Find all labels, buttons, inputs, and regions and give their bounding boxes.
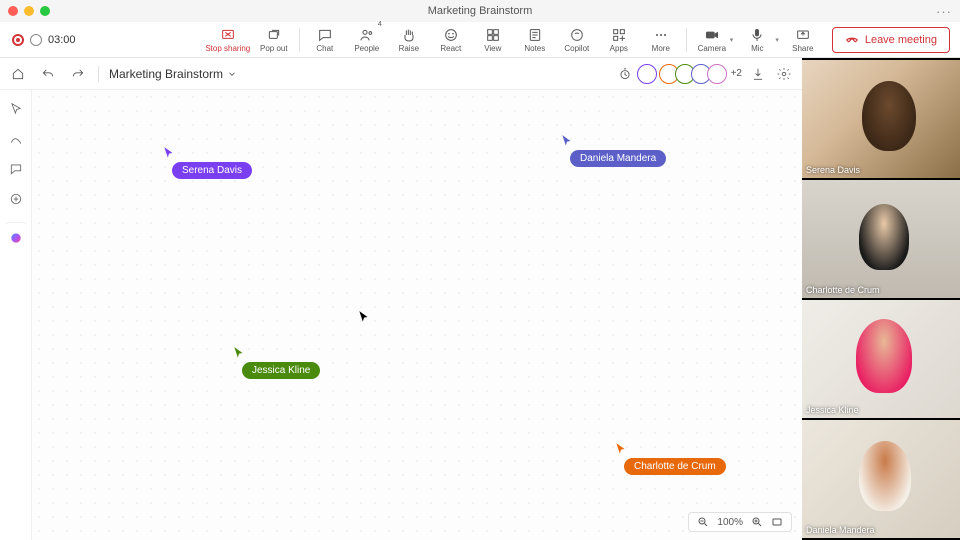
divider <box>686 28 687 52</box>
more-button[interactable]: More <box>640 23 682 57</box>
recording-indicator: 03:00 <box>6 34 82 46</box>
video-sidebar: Serena Davis Charlotte de Crum Jessica K… <box>802 58 960 540</box>
camera-chevron-icon[interactable]: ▾ <box>730 36 734 44</box>
record-alt-icon[interactable] <box>30 34 42 46</box>
raise-hand-button[interactable]: Raise <box>388 23 430 57</box>
share-button[interactable]: Share <box>782 23 824 57</box>
mic-button[interactable]: Mic <box>736 23 778 57</box>
video-tile[interactable]: Jessica Kline <box>802 300 960 418</box>
avatar-overflow[interactable]: +2 <box>731 68 742 79</box>
apps-button[interactable]: Apps <box>598 23 640 57</box>
whiteboard-title[interactable]: Marketing Brainstorm <box>109 67 237 81</box>
add-tool[interactable] <box>5 188 27 210</box>
people-button[interactable]: 4 People <box>346 23 388 57</box>
undo-icon[interactable] <box>38 64 58 84</box>
video-tile[interactable]: Serena Davis <box>802 60 960 178</box>
select-tool[interactable] <box>5 98 27 120</box>
redo-icon[interactable] <box>68 64 88 84</box>
titlebar-more-icon[interactable]: ··· <box>936 4 952 19</box>
stop-sharing-button[interactable]: Stop sharing <box>203 23 253 57</box>
record-icon[interactable] <box>12 34 24 46</box>
fit-screen-icon[interactable] <box>771 516 783 528</box>
avatar[interactable] <box>637 64 657 84</box>
local-cursor <box>357 310 371 324</box>
mic-chevron-icon[interactable]: ▾ <box>775 36 779 44</box>
recording-time: 03:00 <box>48 34 76 46</box>
share-whiteboard-icon[interactable] <box>748 64 768 84</box>
maximize-window[interactable] <box>40 6 50 16</box>
pop-out-button[interactable]: Pop out <box>253 23 295 57</box>
chat-button[interactable]: Chat <box>304 23 346 57</box>
minimize-window[interactable] <box>24 6 34 16</box>
people-count: 4 <box>378 21 382 28</box>
zoom-level: 100% <box>717 517 743 528</box>
avatar[interactable] <box>707 64 727 84</box>
comment-tool[interactable] <box>5 158 27 180</box>
home-icon[interactable] <box>8 64 28 84</box>
timer-icon[interactable] <box>615 64 635 84</box>
draw-tool[interactable] <box>5 128 27 150</box>
divider <box>299 28 300 52</box>
zoom-out-icon[interactable] <box>697 516 709 528</box>
whiteboard-pane: Marketing Brainstorm +2 <box>0 58 802 540</box>
zoom-in-icon[interactable] <box>751 516 763 528</box>
zoom-controls: 100% <box>688 512 792 532</box>
whiteboard-header: Marketing Brainstorm +2 <box>0 58 802 90</box>
chevron-down-icon <box>227 69 237 79</box>
view-button[interactable]: View <box>472 23 514 57</box>
close-window[interactable] <box>8 6 18 16</box>
react-button[interactable]: React <box>430 23 472 57</box>
remote-cursor-daniela: Daniela Mandera <box>560 134 666 167</box>
whiteboard-tools <box>0 90 32 540</box>
remote-cursor-serena: Serena Davis <box>162 146 252 179</box>
participant-avatars[interactable]: +2 <box>641 64 742 84</box>
video-tile[interactable]: Charlotte de Crum <box>802 180 960 298</box>
window-title: Marketing Brainstorm <box>428 5 533 17</box>
camera-button[interactable]: Camera <box>691 23 733 57</box>
copilot-tool[interactable] <box>5 222 27 244</box>
notes-button[interactable]: Notes <box>514 23 556 57</box>
copilot-button[interactable]: Copilot <box>556 23 598 57</box>
window-controls <box>8 6 50 16</box>
titlebar: Marketing Brainstorm ··· <box>0 0 960 22</box>
remote-cursor-charlotte: Charlotte de Crum <box>614 442 726 475</box>
leave-meeting-button[interactable]: Leave meeting <box>832 27 950 53</box>
settings-icon[interactable] <box>774 64 794 84</box>
remote-cursor- jessica: Jessica Kline <box>232 346 320 379</box>
video-tile[interactable]: Daniela Mandera <box>802 420 960 538</box>
meeting-toolbar: 03:00 Stop sharing Pop out Chat 4 People… <box>0 22 960 58</box>
whiteboard-canvas[interactable]: Serena Davis Daniela Mandera Jessica Kli… <box>32 90 802 540</box>
